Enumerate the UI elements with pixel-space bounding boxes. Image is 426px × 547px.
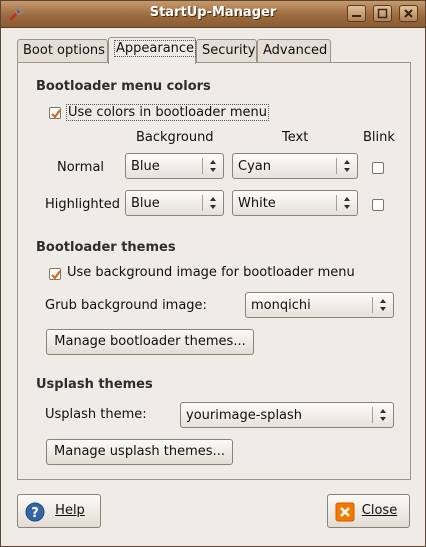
menu-colors-heading: Bootloader menu colors xyxy=(36,79,211,94)
close-label: Close xyxy=(361,503,398,518)
col-text-header: Text xyxy=(282,130,309,145)
highlighted-label: Highlighted xyxy=(45,197,120,212)
usplash-theme-value: yourimage-splash xyxy=(186,408,303,423)
updown-arrows-icon xyxy=(344,197,350,209)
highlighted-text-value: White xyxy=(238,196,276,211)
updown-arrows-icon xyxy=(344,160,350,172)
combo-separator xyxy=(372,407,373,423)
combo-separator xyxy=(336,158,337,174)
highlighted-text-select[interactable]: White xyxy=(232,190,358,216)
usplash-theme-select[interactable]: yourimage-splash xyxy=(180,402,394,428)
window: StartUp-Manager Boot options Appearance … xyxy=(0,0,426,547)
usplash-theme-label: Usplash theme: xyxy=(45,407,147,422)
grub-bg-value: monqichi xyxy=(251,298,311,313)
tab-appearance[interactable]: Appearance xyxy=(108,37,197,64)
maximize-button[interactable] xyxy=(373,5,392,22)
tab-boot-options[interactable]: Boot options xyxy=(17,39,108,63)
tab-appearance-label: Appearance xyxy=(114,40,197,57)
svg-text:?: ? xyxy=(31,506,39,521)
updown-arrows-icon xyxy=(210,197,216,209)
maximize-icon xyxy=(377,8,388,19)
col-blink-header: Blink xyxy=(363,130,395,145)
normal-background-value: Blue xyxy=(131,159,160,174)
highlighted-blink-checkbox[interactable] xyxy=(372,199,384,211)
highlighted-background-select[interactable]: Blue xyxy=(125,190,224,216)
col-background-header: Background xyxy=(136,130,214,145)
help-label: Help xyxy=(55,503,85,518)
normal-text-value: Cyan xyxy=(238,159,271,174)
grub-bg-label: Grub background image: xyxy=(45,298,207,313)
close-icon xyxy=(335,502,355,522)
combo-separator xyxy=(372,297,373,313)
check-icon xyxy=(51,109,61,119)
appearance-panel: Bootloader menu colors Use colors in boo… xyxy=(17,62,411,480)
normal-blink-checkbox[interactable] xyxy=(372,162,384,174)
minimize-button[interactable] xyxy=(347,5,366,22)
updown-arrows-icon xyxy=(210,160,216,172)
manage-usplash-themes-button[interactable]: Manage usplash themes... xyxy=(46,439,233,465)
grub-bg-select[interactable]: monqichi xyxy=(245,292,394,318)
close-icon xyxy=(404,9,413,18)
updown-arrows-icon xyxy=(380,299,386,311)
help-icon: ? xyxy=(25,502,45,522)
window-close-button[interactable] xyxy=(399,5,418,22)
use-bg-image-checkbox[interactable] xyxy=(49,268,61,280)
combo-separator xyxy=(202,195,203,211)
normal-label: Normal xyxy=(57,160,105,175)
manage-bootloader-themes-button[interactable]: Manage bootloader themes... xyxy=(46,329,254,355)
normal-background-select[interactable]: Blue xyxy=(125,153,224,179)
tab-advanced[interactable]: Advanced xyxy=(257,39,331,63)
usplash-themes-heading: Usplash themes xyxy=(36,377,153,392)
use-bg-image-label[interactable]: Use background image for bootloader menu xyxy=(67,265,355,280)
combo-separator xyxy=(202,158,203,174)
minimize-icon xyxy=(352,15,361,17)
tab-security[interactable]: Security xyxy=(196,39,257,63)
close-button[interactable]: Close xyxy=(327,494,410,528)
check-icon xyxy=(51,270,61,280)
help-button[interactable]: ? Help xyxy=(17,494,101,528)
bootloader-themes-heading: Bootloader themes xyxy=(36,240,176,255)
title-bar[interactable]: StartUp-Manager xyxy=(1,1,425,28)
highlighted-background-value: Blue xyxy=(131,196,160,211)
use-colors-label[interactable]: Use colors in bootloader menu xyxy=(66,104,269,121)
normal-text-select[interactable]: Cyan xyxy=(232,153,358,179)
use-colors-checkbox[interactable] xyxy=(49,107,61,119)
combo-separator xyxy=(336,195,337,211)
updown-arrows-icon xyxy=(380,409,386,421)
